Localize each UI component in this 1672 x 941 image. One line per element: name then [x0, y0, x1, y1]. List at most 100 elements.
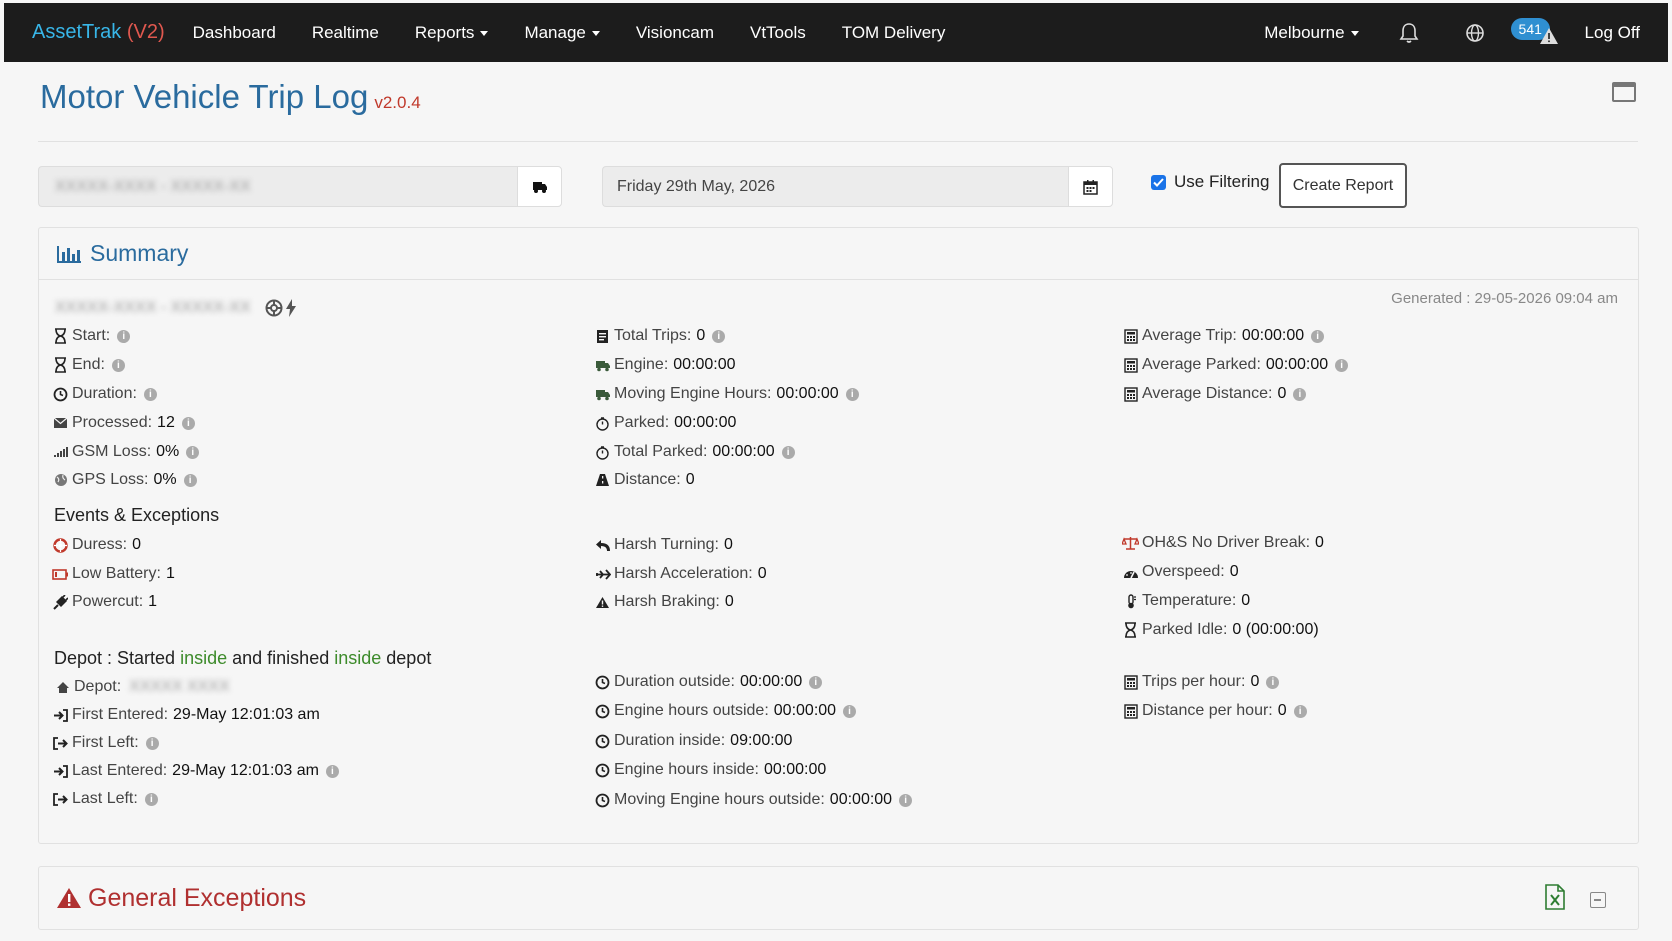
info-icon[interactable]: i: [845, 387, 859, 401]
page-title-text: Motor Vehicle Trip Log: [40, 78, 369, 115]
page-title: Motor Vehicle Trip Log v2.0.4: [40, 78, 421, 116]
stat-label: Distance:: [614, 471, 681, 488]
clock-icon: [52, 386, 69, 403]
location-label: Melbourne: [1264, 22, 1345, 42]
vehicle-select-button[interactable]: [517, 166, 562, 207]
use-filtering-checkbox[interactable]: [1151, 174, 1166, 190]
stat-label: Engine:: [614, 356, 669, 373]
stat-harsh-braking: Harsh Braking: 0: [594, 591, 734, 613]
info-icon[interactable]: i: [145, 736, 159, 750]
stat-distance: Distance: 0: [594, 469, 695, 491]
info-icon[interactable]: i: [809, 675, 823, 689]
info-icon[interactable]: i: [186, 445, 200, 459]
vehicle-input[interactable]: XXXXX-XXXX - XXXXX-XX: [38, 166, 517, 207]
stat-value: 0: [1241, 592, 1251, 609]
stat-label: Powercut:: [72, 593, 144, 610]
clock-icon: [594, 703, 611, 720]
stat-label: GPS Loss:: [72, 471, 149, 488]
truck-icon: [594, 357, 611, 374]
calculator-icon: [1122, 674, 1139, 691]
thermometer-icon: [1122, 593, 1139, 610]
depot-prefix: Depot : Started: [54, 648, 176, 668]
nav-visioncam[interactable]: Visioncam: [636, 23, 714, 43]
stat-value: 0: [724, 593, 734, 610]
info-icon[interactable]: i: [1311, 329, 1325, 343]
events-title: Events & Exceptions: [54, 505, 220, 525]
date-selector: Friday 29th May, 2026: [602, 166, 1113, 207]
caret-down-icon: [591, 30, 600, 36]
nav-vttools[interactable]: VtTools: [750, 23, 806, 43]
info-icon[interactable]: i: [781, 445, 795, 459]
stat-value: 00:00:00: [739, 673, 803, 690]
stat-value: 12: [157, 414, 175, 431]
info-icon[interactable]: i: [1293, 704, 1307, 718]
sign-out-icon: [52, 791, 69, 808]
globe-icon[interactable]: [1463, 21, 1487, 45]
nav-right-group: Melbourne 541 Log Off: [1264, 17, 1668, 48]
calendar-button[interactable]: [1068, 166, 1113, 207]
stat-value: 1: [165, 565, 175, 582]
info-icon[interactable]: i: [712, 329, 726, 343]
stat-label: Duration:: [72, 385, 137, 402]
brand-logo[interactable]: AssetTrak (V2): [32, 21, 165, 44]
nav-realtime[interactable]: Realtime: [312, 23, 379, 43]
info-icon[interactable]: i: [144, 792, 158, 806]
stat-label: Last Entered:: [72, 762, 168, 779]
create-report-button[interactable]: Create Report: [1279, 163, 1407, 208]
depot-suffix: depot: [386, 648, 432, 668]
stat-engine: Engine: 00:00:00: [594, 354, 736, 376]
info-icon[interactable]: i: [1293, 387, 1307, 401]
stat-parked: Parked: 00:00:00: [594, 412, 736, 434]
info-icon[interactable]: i: [117, 329, 131, 343]
info-icon[interactable]: i: [111, 358, 125, 372]
bell-icon[interactable]: [1397, 21, 1421, 45]
info-icon[interactable]: i: [899, 793, 913, 807]
stat-average-distance: Average Distance: 0 i: [1122, 383, 1307, 405]
depot-value: XXXXX XXXX: [129, 678, 230, 695]
envelope-icon: [52, 415, 69, 432]
info-icon[interactable]: i: [325, 764, 339, 778]
stat-total-trips: Total Trips: 0 i: [594, 325, 726, 347]
info-icon[interactable]: i: [143, 387, 157, 401]
turn-icon: [594, 537, 611, 554]
depot-finish-status: inside: [334, 648, 382, 668]
stat-processed: Processed: 12 i: [52, 412, 195, 434]
use-filtering-toggle[interactable]: Use Filtering: [1151, 172, 1269, 192]
nav-reports-label: Reports: [414, 22, 475, 42]
date-input[interactable]: Friday 29th May, 2026: [602, 166, 1068, 207]
hourglass-icon: [52, 328, 69, 345]
scale-icon: [1122, 535, 1139, 552]
alerts-button[interactable]: 541: [1510, 17, 1558, 48]
nav-dashboard[interactable]: Dashboard: [193, 23, 276, 43]
nav-manage[interactable]: Manage: [524, 23, 600, 43]
stat-overspeed: Overspeed: 0: [1122, 561, 1239, 583]
info-icon[interactable]: i: [181, 416, 195, 430]
stat-value: 00:00:00: [776, 385, 839, 402]
stat-value: 0: [1229, 563, 1239, 580]
nav-tom-delivery[interactable]: TOM Delivery: [842, 23, 946, 43]
stat-label: Duration inside:: [614, 732, 726, 749]
excel-export-icon[interactable]: [1545, 884, 1565, 915]
logoff-link[interactable]: Log Off: [1585, 23, 1640, 43]
window-icon[interactable]: [1612, 82, 1636, 102]
stat-label: First Left:: [72, 734, 139, 751]
nav-reports[interactable]: Reports: [415, 23, 489, 43]
stat-value: 0: [696, 327, 706, 344]
stat-moving-engine-hours: Moving Engine Hours: 00:00:00 i: [594, 383, 859, 405]
timer-icon: [594, 444, 611, 461]
info-icon[interactable]: i: [1266, 675, 1280, 689]
calculator-icon: [1122, 386, 1139, 403]
document-icon: [594, 328, 611, 345]
stat-duration-inside: Duration inside: 09:00:00: [594, 730, 792, 752]
stat-total-parked: Total Parked: 00:00:00 i: [594, 441, 795, 463]
info-icon[interactable]: i: [843, 704, 857, 718]
stat-label: GSM Loss:: [72, 443, 152, 460]
info-icon[interactable]: i: [1335, 358, 1349, 372]
calculator-icon: [1122, 357, 1139, 374]
gauge-icon: [1122, 564, 1139, 581]
info-icon[interactable]: i: [183, 473, 197, 487]
collapse-icon[interactable]: [1590, 892, 1606, 908]
sign-in-icon: [52, 707, 69, 724]
location-dropdown[interactable]: Melbourne: [1264, 22, 1359, 43]
summary-title: Summary: [90, 240, 189, 266]
